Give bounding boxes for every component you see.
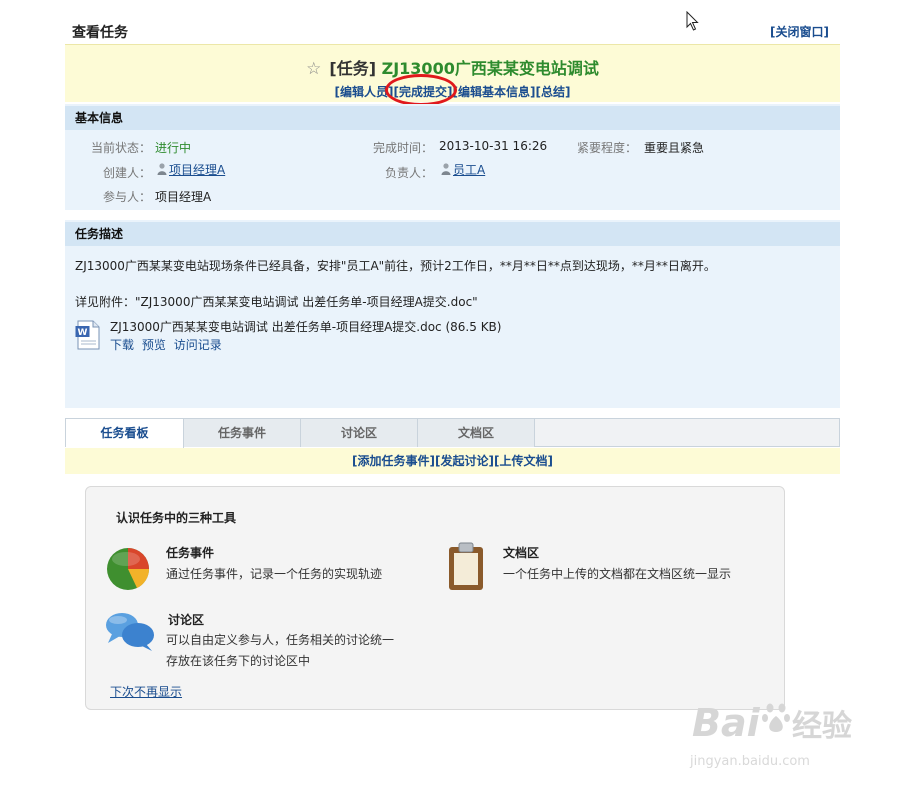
finish-time-value: 2013-10-31 16:26 [439,139,548,153]
tab-discussion[interactable]: 讨论区 [301,419,418,447]
mouse-cursor-icon [686,11,699,31]
creator-label: 创建人： [103,166,152,180]
page-title: 查看任务 [72,25,128,41]
owner-field: 员工A [441,161,485,178]
description-heading: 任务描述 [65,222,840,246]
summary-link[interactable]: [总结] [535,85,570,99]
tab-task-board[interactable]: 任务看板 [66,419,184,448]
pie-chart-icon [107,548,150,590]
tab-task-events[interactable]: 任务事件 [184,419,301,447]
creator-field: 项目经理A [157,161,225,178]
basic-info-heading: 基本信息 [65,106,840,130]
tools-intro-card: 认识任务中的三种工具 任务事件 通过任务事件，记录一个任务的实现轨迹 文档区 一… [85,486,785,710]
person-icon [441,163,451,175]
access-log-link[interactable]: 访问记录 [174,338,222,352]
tool-docs-name: 文档区 [503,546,540,560]
tools-title: 认识任务中的三种工具 [116,511,237,525]
star-icon[interactable]: ☆ [306,59,321,79]
svg-text:经验: 经验 [792,709,852,744]
download-link[interactable]: 下载 [110,338,134,352]
description-panel: 任务描述 ZJ13000广西某某变电站现场条件已经具备，安排"员工A"前往，预计… [65,220,840,408]
clipboard-icon [449,542,483,590]
attachment-reference: 详见附件："ZJ13000广西某某变电站调试 出差任务单-项目经理A提交.doc… [75,295,478,309]
task-tabs: 任务看板 任务事件 讨论区 文档区 [65,418,840,448]
word-document-icon: W [75,320,100,350]
upload-document-link[interactable]: [上传文档] [494,454,553,468]
tool-discussion-desc-line2: 存放在该任务下的讨论区中 [166,654,311,668]
urgency-label: 紧要程度： [577,141,638,155]
person-icon [157,163,167,175]
participants-value: 项目经理A [155,190,212,204]
owner-link[interactable]: 员工A [453,163,485,177]
tool-docs-desc: 一个任务中上传的文档都在文档区统一显示 [503,567,732,581]
attachment-filename: ZJ13000广西某某变电站调试 出差任务单-项目经理A提交.doc (86.5… [110,320,502,334]
chat-bubbles-icon [106,613,154,651]
red-highlight-circle [385,74,457,106]
tab-actions-bar: [添加任务事件][发起讨论][上传文档] [65,448,840,474]
task-title: ☆ [任务] ZJ13000广西某某变电站调试 [65,55,840,79]
start-discussion-link[interactable]: [发起讨论] [435,454,494,468]
attachment-actions: 下载 预览 访问记录 [110,336,226,353]
status-value: 进行中 [155,141,192,155]
tool-events-name: 任务事件 [166,546,215,560]
description-text: ZJ13000广西某某变电站现场条件已经具备，安排"员工A"前往，预计2工作日，… [75,259,716,273]
dont-show-again-link[interactable]: 下次不再显示 [110,683,182,700]
finish-time-label: 完成时间： [373,141,434,155]
creator-link[interactable]: 项目经理A [169,163,225,177]
add-task-event-link[interactable]: [添加任务事件] [352,454,435,468]
task-type-label: [任务] [329,59,377,78]
watermark-url: jingyan.baidu.com [690,754,810,769]
tool-events-desc: 通过任务事件，记录一个任务的实现轨迹 [166,567,383,581]
basic-info-panel: 基本信息 当前状态： 进行中 完成时间： 2013-10-31 16:26 紧要… [65,104,840,210]
baidu-logo: Bai 经验 [692,701,852,745]
edit-basic-info-link[interactable]: [编辑基本信息] [453,85,536,99]
participants-label: 参与人： [103,190,152,204]
watermark: Bai 经验 jingyan.baidu.com [690,692,860,782]
svg-text:Bai: Bai [692,701,761,745]
tab-documents[interactable]: 文档区 [418,419,535,447]
preview-link[interactable]: 预览 [142,338,166,352]
urgency-value: 重要且紧急 [644,141,705,155]
tool-discussion-name: 讨论区 [168,613,205,627]
tool-discussion-desc-line1: 可以自由定义参与人，任务相关的讨论统一 [166,633,395,647]
close-window-link[interactable]: [关闭窗口] [770,23,829,40]
owner-label: 负责人： [385,166,434,180]
status-label: 当前状态： [91,141,152,155]
svg-text:W: W [78,328,88,338]
